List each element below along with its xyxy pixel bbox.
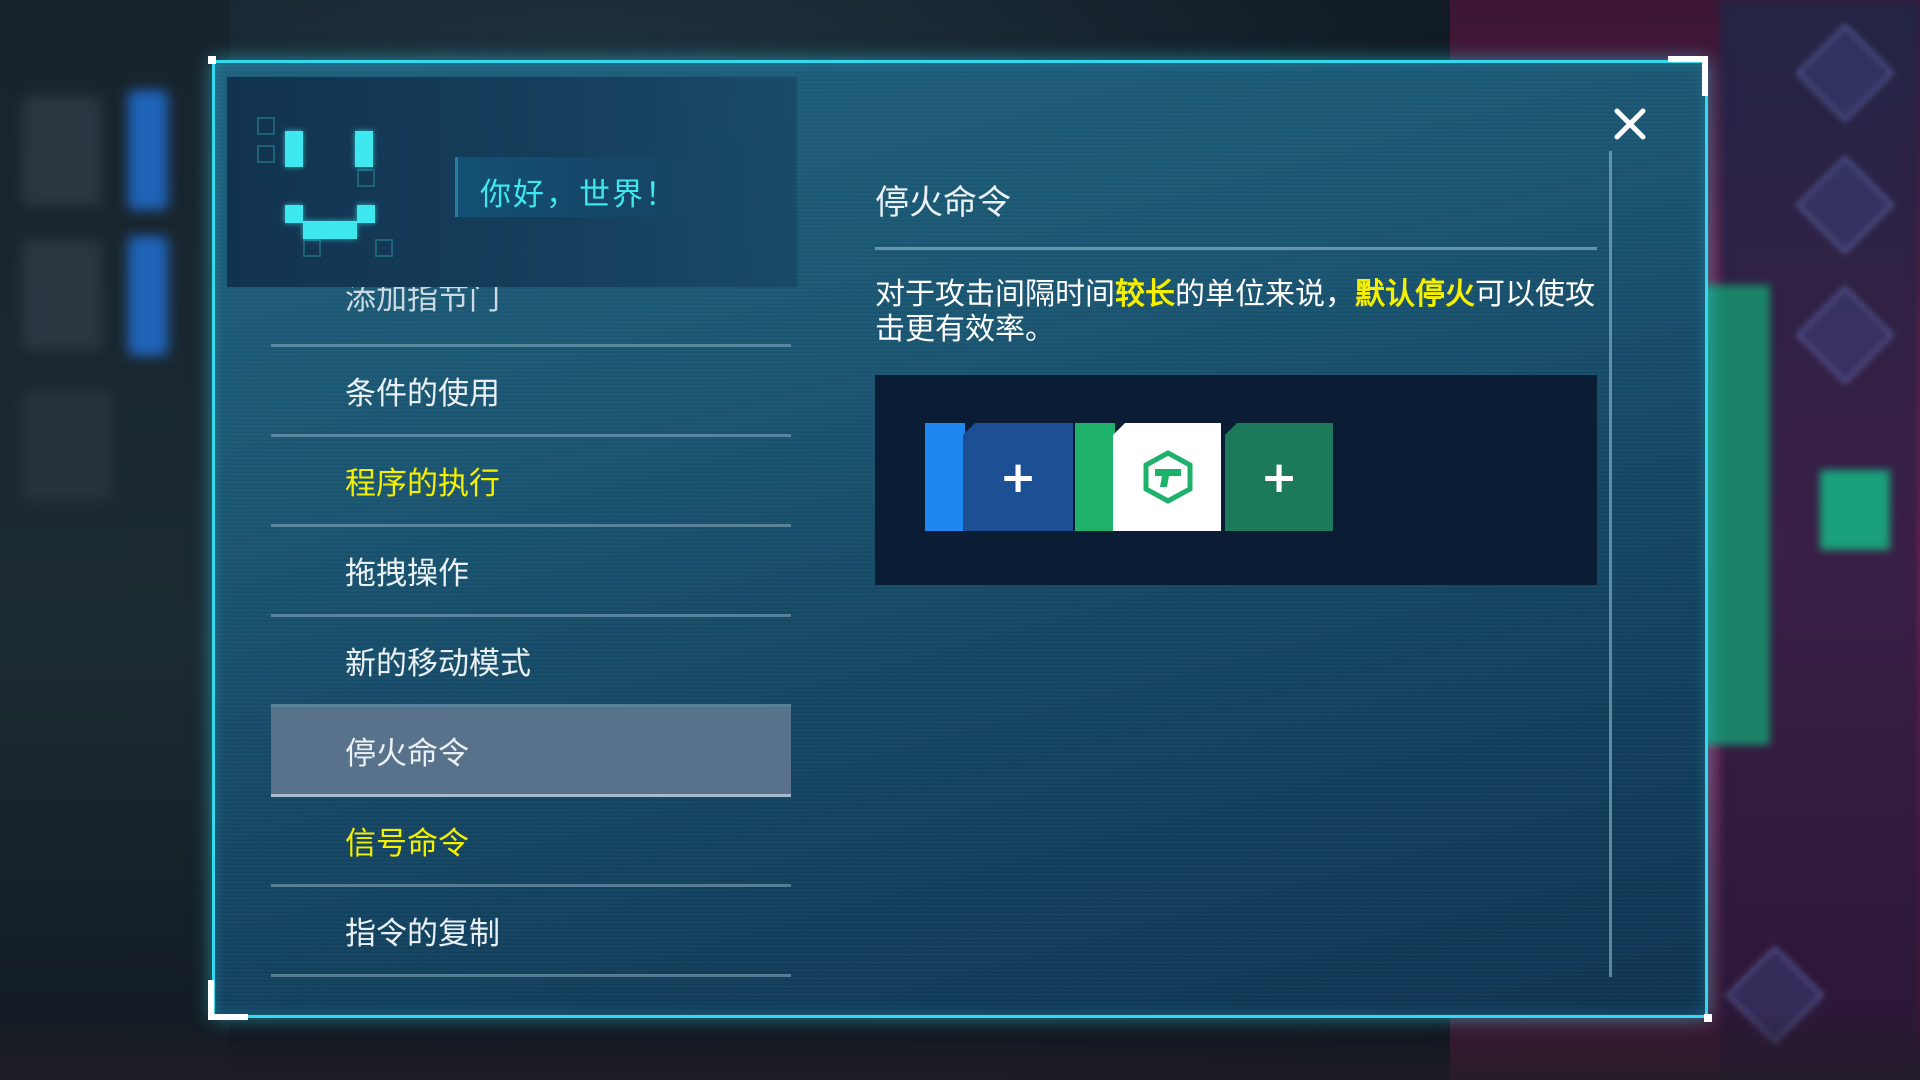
content-scroll-track: [1609, 151, 1612, 977]
menu-item-program-execution[interactable]: 程序的执行: [271, 437, 791, 527]
background-bottom-bar: [0, 1010, 1920, 1080]
hold-fire-icon: [1143, 450, 1193, 504]
background-green-block: [1820, 470, 1890, 550]
frame-corner-dot: [208, 56, 216, 64]
background-tile: [22, 240, 102, 350]
green-block-connector: [1075, 423, 1115, 531]
command-demo-panel: + +: [875, 375, 1597, 585]
close-button[interactable]: [1605, 99, 1655, 149]
close-icon: [1614, 108, 1646, 140]
plus-icon: +: [1260, 451, 1298, 503]
hold-fire-command-block: [1113, 423, 1221, 531]
plus-icon: +: [999, 451, 1037, 503]
menu-item-signal-command[interactable]: 信号命令: [271, 797, 791, 887]
greeting-text: 你好，世界！: [480, 177, 678, 213]
menu-item-ceasefire-command[interactable]: 停火命令: [271, 707, 791, 797]
frame-corner-dot: [1704, 1014, 1712, 1022]
blue-block-connector: [925, 423, 965, 531]
menu-item-add-command[interactable]: 添加指节门: [271, 287, 791, 347]
menu-item-label: 拖拽操作: [345, 556, 469, 592]
title-divider: [875, 247, 1597, 250]
menu-item-drag-operation[interactable]: 拖拽操作: [271, 527, 791, 617]
menu-item-label: 指令的复制: [345, 916, 500, 952]
menu-item-label: 条件的使用: [345, 376, 500, 412]
menu-item-label: 程序的执行: [345, 466, 500, 502]
background-tile: [22, 96, 102, 206]
desc-text: 的单位来说，: [1175, 277, 1355, 312]
frame-corner-bottom-left: [208, 980, 248, 1020]
desc-highlight: 较长: [1115, 277, 1175, 312]
blue-command-block: +: [963, 423, 1073, 531]
content-description: 对于攻击间隔时间较长的单位来说，默认停火可以使攻击更有效率。: [875, 277, 1605, 347]
pixel-smiley-icon: [257, 117, 393, 257]
dialog-header: 你好，世界！: [227, 77, 797, 287]
background-tile: [22, 390, 112, 500]
menu-item-label: 新的移动模式: [345, 646, 531, 682]
frame-corner-top-right: [1668, 56, 1708, 96]
desc-highlight: 默认停火: [1355, 277, 1475, 312]
background-tile: [128, 236, 168, 356]
greeting-banner: 你好，世界！: [455, 157, 695, 217]
content-title: 停火命令: [875, 183, 1011, 223]
background-tile: [128, 90, 168, 210]
menu-item-condition-usage[interactable]: 条件的使用: [271, 347, 791, 437]
menu-item-command-copy[interactable]: 指令的复制: [271, 887, 791, 977]
menu-item-label: 停火命令: [345, 736, 469, 772]
menu-item-new-movement-mode[interactable]: 新的移动模式: [271, 617, 791, 707]
green-command-block: +: [1225, 423, 1333, 531]
tutorial-dialog: 你好，世界！ 添加指节门 条件的使用 程序的执行 拖拽操作 新的移动模式 停火命…: [212, 60, 1708, 1018]
desc-text: 对于攻击间隔时间: [875, 277, 1115, 312]
tutorial-menu: 添加指节门 条件的使用 程序的执行 拖拽操作 新的移动模式 停火命令 信号命令 …: [271, 287, 791, 977]
menu-item-label: 添加指节门: [345, 287, 500, 317]
menu-item-label: 信号命令: [345, 826, 469, 862]
